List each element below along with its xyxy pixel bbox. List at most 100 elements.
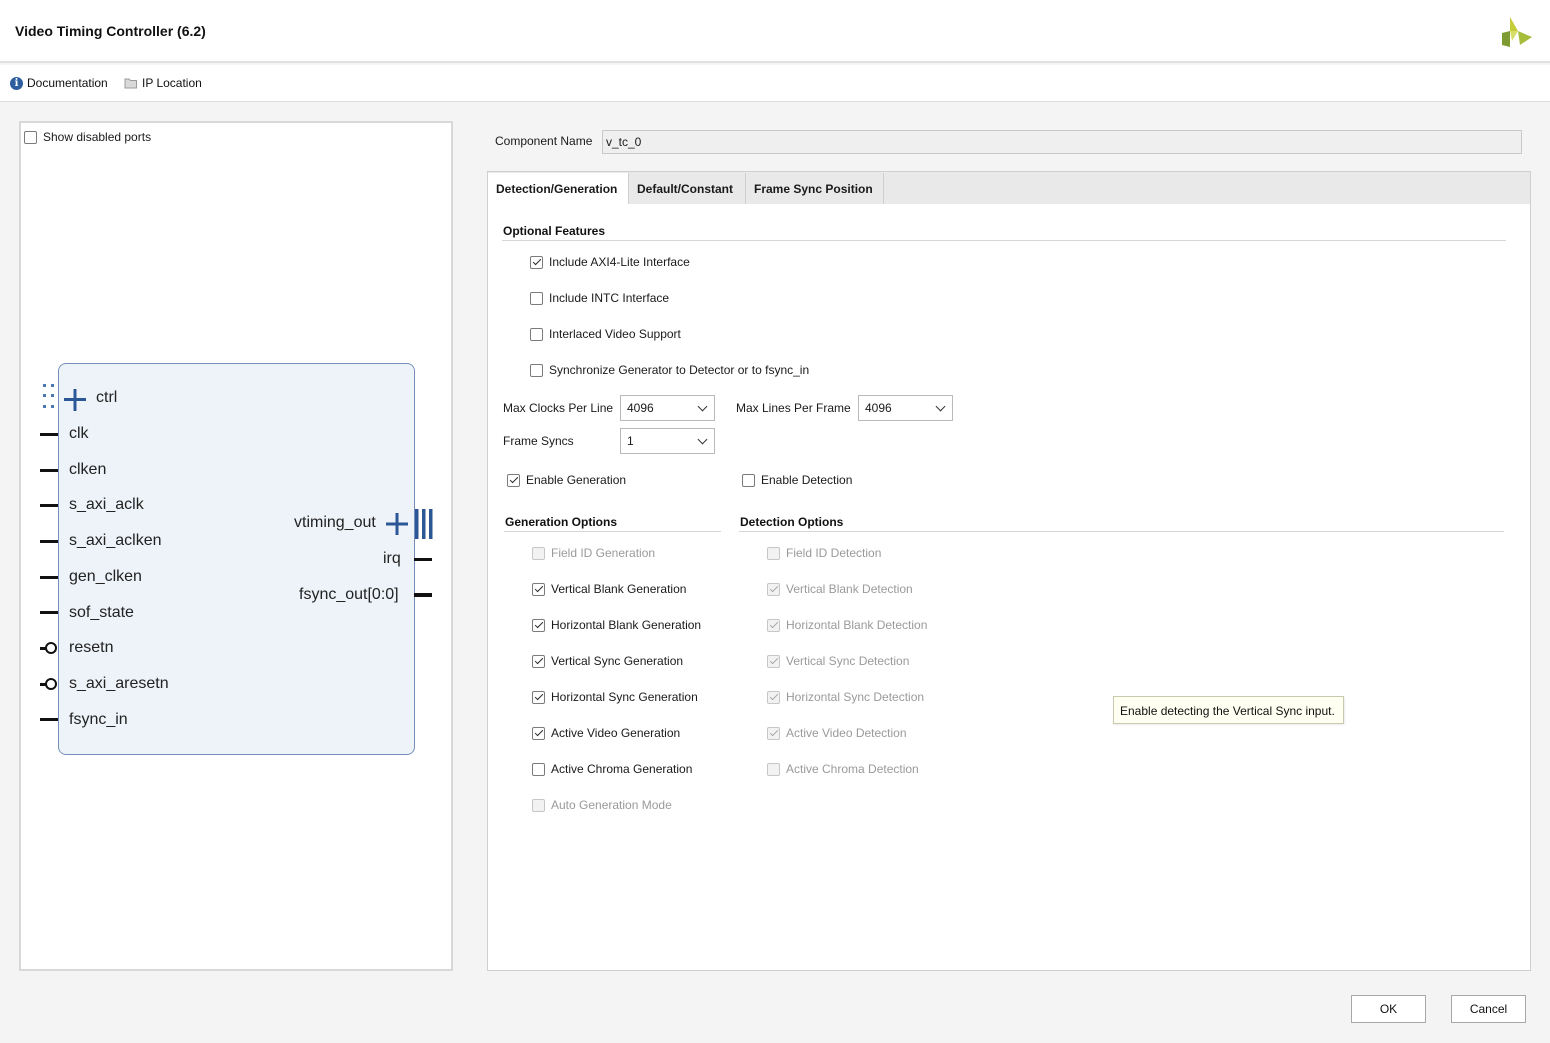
port-clk: clk [69,425,89,442]
checkbox-box[interactable] [530,363,543,377]
checkbox-box[interactable] [532,762,545,776]
port-vtiming-out: vtiming_out [294,514,376,531]
tab-frame-sync-position[interactable]: Frame Sync Position [746,173,884,204]
enable-generation-checkbox[interactable]: Enable Generation [507,472,626,488]
ok-button[interactable]: OK [1351,995,1426,1023]
vertical-blank-detection-checkbox[interactable]: Vertical Blank Detection [767,581,913,597]
section-divider [739,531,1504,532]
component-name-label: Component Name [495,134,593,148]
vertical-blank-generation-checkbox[interactable]: Vertical Blank Generation [532,581,686,597]
tab-default-constant[interactable]: Default/Constant [629,173,746,204]
port-s-axi-aclken: s_axi_aclken [69,532,162,549]
link-bar [0,65,1550,102]
max-clocks-select[interactable]: 4096 [620,395,715,421]
expand-plus-icon[interactable] [64,389,86,411]
active-video-detection-checkbox[interactable]: Active Video Detection [767,725,907,741]
port-ctrl: ctrl [96,389,118,406]
horizontal-blank-detection-checkbox[interactable]: Horizontal Blank Detection [767,617,927,633]
checkbox-label: Synchronize Generator to Detector or to … [549,363,810,377]
checkbox-box[interactable] [767,762,780,776]
pin-gen-clken [40,576,58,579]
checkbox-label: Field ID Generation [551,546,656,560]
checkbox-label: Horizontal Sync Generation [551,690,698,704]
dialog-header [0,0,1550,63]
select-value: 4096 [865,401,892,415]
checkbox-box[interactable] [767,654,780,668]
checkbox-label: Horizontal Sync Detection [786,690,925,704]
component-name-input[interactable]: v_tc_0 [602,130,1522,154]
ip-block-symbol [58,363,415,755]
vertical-sync-generation-checkbox[interactable]: Vertical Sync Generation [532,653,683,669]
port-fsync-out: fsync_out[0:0] [299,586,399,603]
include-intc-checkbox[interactable]: Include INTC Interface [530,290,669,306]
frame-syncs-label: Frame Syncs [503,434,574,448]
checkbox-box[interactable] [532,798,545,812]
documentation-label: Documentation [27,76,108,90]
cancel-button[interactable]: Cancel [1451,995,1526,1023]
checkbox-label: Field ID Detection [786,546,882,560]
checkbox-box[interactable] [767,582,780,596]
pin-irq [414,558,432,561]
active-low-bubble-icon [45,642,57,654]
port-sof-state: sof_state [69,604,134,621]
ip-location-link[interactable]: IP Location [124,75,202,91]
checkbox-box[interactable] [530,327,543,341]
generation-options-title: Generation Options [505,515,618,529]
active-chroma-generation-checkbox[interactable]: Active Chroma Generation [532,761,692,777]
checkbox-label: Vertical Blank Detection [786,582,913,596]
horizontal-sync-detection-checkbox[interactable]: Horizontal Sync Detection [767,689,924,705]
show-disabled-ports-checkbox[interactable]: Show disabled ports [24,129,151,145]
chevron-down-icon [935,401,946,411]
checkbox-box[interactable] [767,726,780,740]
checkbox-box[interactable] [532,618,545,632]
section-divider [504,531,721,532]
xilinx-logo-icon [1502,17,1532,47]
checkbox-label: Auto Generation Mode [551,798,672,812]
checkbox-box[interactable] [530,255,543,269]
field-id-generation-checkbox[interactable]: Field ID Generation [532,545,655,561]
expand-plus-icon[interactable] [386,513,408,535]
active-video-generation-checkbox[interactable]: Active Video Generation [532,725,680,741]
checkbox-label: Vertical Sync Generation [551,654,684,668]
checkbox-box[interactable] [532,654,545,668]
frame-syncs-select[interactable]: 1 [620,428,715,454]
select-value: 4096 [627,401,654,415]
enable-detection-checkbox[interactable]: Enable Detection [742,472,852,488]
checkbox-box[interactable] [767,546,780,560]
optional-features-title: Optional Features [503,224,606,238]
chevron-down-icon [697,401,708,411]
checkbox-box[interactable] [532,546,545,560]
port-resetn: resetn [69,639,114,656]
checkbox-box[interactable] [530,291,543,305]
horizontal-blank-generation-checkbox[interactable]: Horizontal Blank Generation [532,617,701,633]
checkbox-label: Horizontal Blank Generation [551,618,702,632]
folder-icon [124,78,137,89]
horizontal-sync-generation-checkbox[interactable]: Horizontal Sync Generation [532,689,698,705]
tab-detection-generation[interactable]: Detection/Generation [488,173,629,204]
synchronize-generator-checkbox[interactable]: Synchronize Generator to Detector or to … [530,362,809,378]
documentation-link[interactable]: i Documentation [10,75,108,91]
port-irq: irq [383,550,401,567]
checkbox-box[interactable] [532,726,545,740]
active-low-bubble-icon [45,678,57,690]
field-id-detection-checkbox[interactable]: Field ID Detection [767,545,881,561]
checkbox-box[interactable] [532,582,545,596]
checkbox-label: Include INTC Interface [549,291,670,305]
vertical-sync-detection-checkbox[interactable]: Vertical Sync Detection [767,653,909,669]
checkbox-label: Active Chroma Detection [786,762,919,776]
checkbox-label: Horizontal Blank Detection [786,618,928,632]
active-chroma-detection-checkbox[interactable]: Active Chroma Detection [767,761,919,777]
checkbox-label: Active Video Detection [786,726,907,740]
auto-generation-mode-checkbox[interactable]: Auto Generation Mode [532,797,672,813]
checkbox-box[interactable] [742,473,755,487]
checkbox-box[interactable] [24,130,37,144]
checkbox-box[interactable] [532,690,545,704]
include-axi4-lite-checkbox[interactable]: Include AXI4-Lite Interface [530,254,690,270]
checkbox-box[interactable] [767,690,780,704]
checkbox-box[interactable] [767,618,780,632]
interlaced-video-checkbox[interactable]: Interlaced Video Support [530,326,681,342]
checkbox-box[interactable] [507,473,520,487]
bus-handle-icon [43,384,54,408]
pin-clk [40,433,58,436]
max-lines-select[interactable]: 4096 [858,395,953,421]
